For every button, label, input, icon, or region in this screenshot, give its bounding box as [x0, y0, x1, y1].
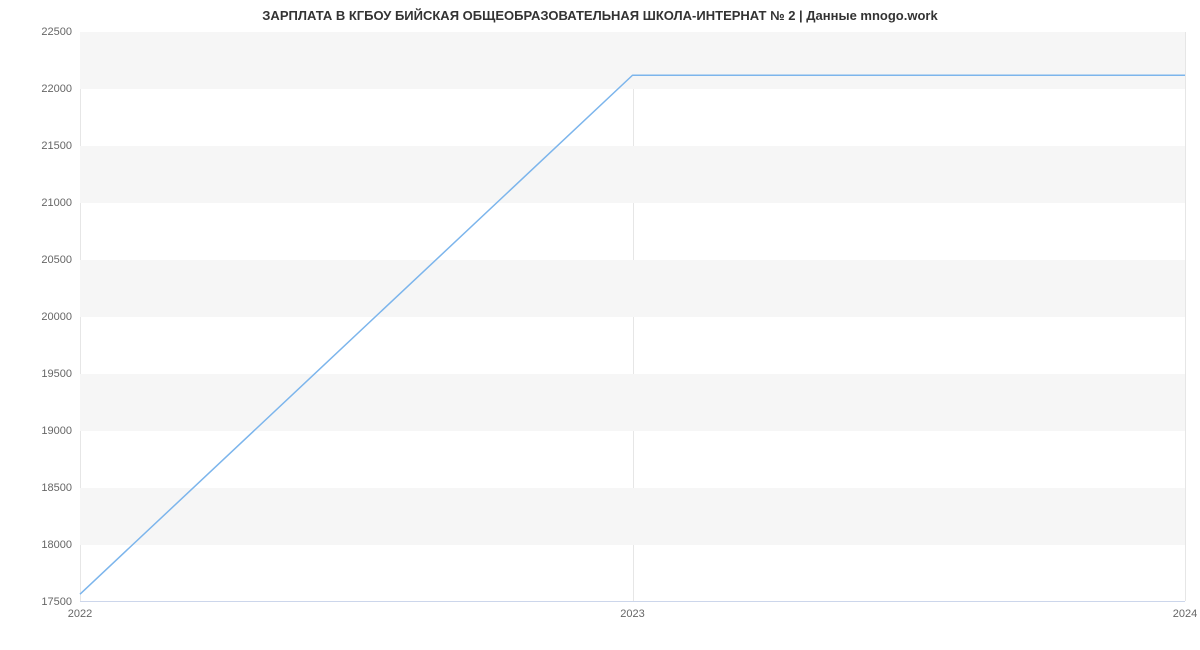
y-tick-label: 20000 — [12, 311, 72, 323]
x-tick-label: 2022 — [68, 608, 92, 620]
x-gridline — [1185, 32, 1186, 601]
y-tick-label: 22000 — [12, 83, 72, 95]
plot-area — [80, 32, 1185, 602]
y-tick-label: 18000 — [12, 539, 72, 551]
y-tick-label: 18500 — [12, 482, 72, 494]
x-tick-label: 2023 — [620, 608, 644, 620]
y-tick-label: 20500 — [12, 254, 72, 266]
x-tick-label: 2024 — [1173, 608, 1197, 620]
series-line — [80, 75, 1185, 594]
chart-title: ЗАРПЛАТА В КГБОУ БИЙСКАЯ ОБЩЕОБРАЗОВАТЕЛ… — [0, 8, 1200, 23]
salary-chart: ЗАРПЛАТА В КГБОУ БИЙСКАЯ ОБЩЕОБРАЗОВАТЕЛ… — [0, 0, 1200, 650]
y-tick-label: 17500 — [12, 596, 72, 608]
y-tick-label: 19000 — [12, 425, 72, 437]
y-tick-label: 21500 — [12, 140, 72, 152]
chart-svg — [80, 32, 1185, 601]
y-tick-label: 22500 — [12, 26, 72, 38]
y-tick-label: 19500 — [12, 368, 72, 380]
y-tick-label: 21000 — [12, 197, 72, 209]
